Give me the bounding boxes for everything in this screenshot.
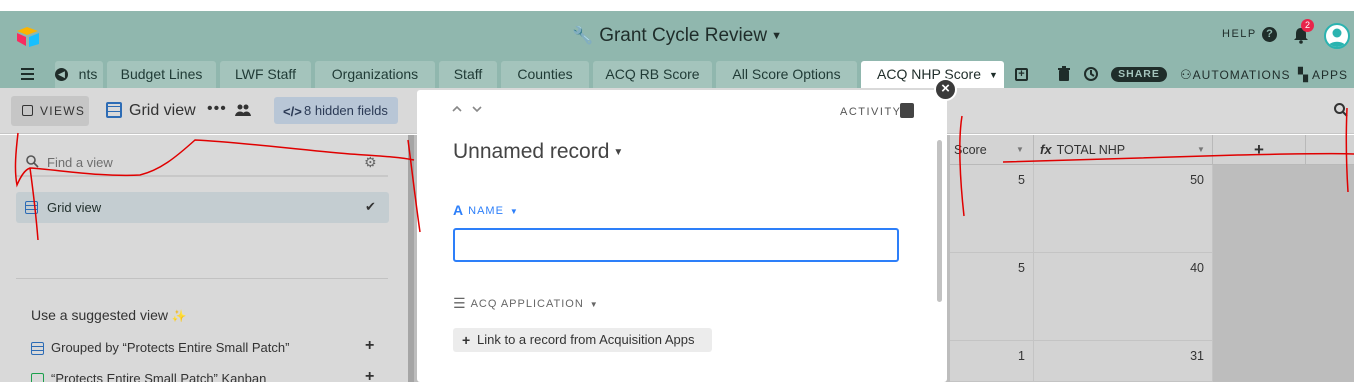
base-title-text: Grant Cycle Review <box>599 25 768 46</box>
tab-caret-icon[interactable]: ▼ <box>989 70 998 80</box>
grid-view-icon <box>31 342 44 355</box>
divider <box>16 278 388 279</box>
plus-icon: + <box>462 332 471 348</box>
table-cell[interactable]: 5 <box>950 253 1034 341</box>
column-header-total-nhp[interactable]: fx TOTAL NHP ▼ <box>1034 135 1213 165</box>
automations-button[interactable]: ⚇AUTOMATIONS <box>1180 67 1291 83</box>
formula-icon: fx <box>1040 142 1052 157</box>
find-view-placeholder: Find a view <box>47 155 113 170</box>
field-label-name[interactable]: A NAME ▼ <box>453 202 519 218</box>
views-sidebar: Find a view ⚙ Grid view ✔ Use a suggeste… <box>0 135 408 382</box>
table-cell[interactable]: 1 <box>950 341 1034 382</box>
close-icon[interactable]: × <box>934 78 957 101</box>
notification-badge: 2 <box>1301 19 1314 32</box>
sparkle-icon: ✨ <box>171 309 187 323</box>
text-field-icon: A <box>453 202 465 218</box>
kanban-view-icon <box>31 373 44 382</box>
caret-down-icon[interactable]: ▼ <box>613 147 623 158</box>
hidden-fields-button[interactable]: </> 8 hidden fields <box>274 97 398 124</box>
user-icon <box>1328 28 1346 47</box>
activity-toggle[interactable]: ACTIVITY <box>840 106 902 118</box>
chevron-down-icon: ▼ <box>589 300 599 309</box>
field-label-acq-application[interactable]: ☰ ACQ APPLICATION ▼ <box>453 295 599 312</box>
automations-icon: ⚇ <box>1180 67 1193 82</box>
find-view-search[interactable]: Find a view ⚙ <box>16 147 388 177</box>
add-suggested-view-icon[interactable]: + <box>365 337 374 355</box>
sidebar-item-grid-view[interactable]: Grid view ✔ <box>16 192 389 223</box>
add-table-icon[interactable]: + <box>1015 68 1028 81</box>
search-icon[interactable] <box>1334 103 1348 117</box>
apps-button[interactable]: ▚ APPS <box>1298 67 1348 83</box>
caret-down-icon: ▼ <box>771 29 782 42</box>
hidden-fields-icon: </> <box>283 104 302 119</box>
modal-scrollbar[interactable] <box>937 140 942 302</box>
app-header: 🔧 Grant Cycle Review ▼ HELP ? 2 <box>0 11 1354 61</box>
avatar[interactable] <box>1324 23 1350 49</box>
search-icon <box>26 155 39 168</box>
help-icon[interactable]: ? <box>1262 27 1277 42</box>
wrench-icon: 🔧 <box>572 26 594 45</box>
table-cell[interactable]: 31 <box>1034 341 1213 382</box>
apps-icon: ▚ <box>1298 67 1309 82</box>
gear-icon[interactable]: ⚙ <box>364 154 377 171</box>
sidebar-item-label: Grid view <box>47 200 102 215</box>
trash-icon[interactable] <box>1056 66 1072 82</box>
tab-staff[interactable]: Staff <box>439 61 497 88</box>
chevron-down-icon: ▼ <box>1197 145 1205 154</box>
collaborators-icon[interactable] <box>235 104 251 116</box>
record-detail-modal: ACTIVITY Unnamed record ▼ A NAME ▼ ☰ ACQ APP… <box>417 90 947 382</box>
sidebar-toggle-icon <box>22 105 33 116</box>
linked-record-icon: ☰ <box>453 295 467 311</box>
grid-view-icon <box>25 201 38 214</box>
tab-acq-rb-score[interactable]: ACQ RB Score <box>593 61 712 88</box>
base-title[interactable]: 🔧 Grant Cycle Review ▼ <box>0 25 1354 47</box>
add-suggested-view-icon[interactable]: + <box>365 368 374 382</box>
check-icon: ✔ <box>365 199 376 214</box>
add-field-button[interactable]: + <box>1213 135 1306 165</box>
tab-organizations[interactable]: Organizations <box>315 61 435 88</box>
suggested-view-heading: Use a suggested view ✨ <box>31 307 187 323</box>
name-field[interactable] <box>453 228 899 262</box>
suggested-view-item[interactable]: “Protects Entire Small Patch” Kanban <box>51 371 266 382</box>
scroll-tabs-left-icon[interactable]: ◀ <box>55 68 68 81</box>
tab-acq-nhp-score[interactable]: ACQ NHP Score ▼ <box>861 61 1004 88</box>
view-menu-icon[interactable]: ••• <box>207 100 227 118</box>
window-top-strip <box>0 0 1354 11</box>
table-cell[interactable]: 40 <box>1034 253 1213 341</box>
chevron-down-icon[interactable] <box>472 104 482 114</box>
tab-all-score-options[interactable]: All Score Options <box>716 61 857 88</box>
table-cell[interactable]: 50 <box>1034 165 1213 253</box>
history-icon[interactable] <box>1083 66 1099 82</box>
chevron-down-icon: ▼ <box>509 207 519 216</box>
activity-panel-icon[interactable] <box>900 103 914 118</box>
share-button[interactable]: SHARE <box>1111 67 1167 82</box>
column-header-empty <box>1306 135 1354 165</box>
tab-counties[interactable]: Counties <box>501 61 589 88</box>
column-header-score[interactable]: Score ▼ <box>950 135 1034 165</box>
help-link[interactable]: HELP <box>1222 28 1257 40</box>
table-tab-bar: nts ◀ Budget Lines LWF Staff Organizatio… <box>0 61 1354 88</box>
chevron-up-icon[interactable] <box>452 104 462 114</box>
chevron-down-icon: ▼ <box>1016 145 1024 154</box>
table-cell[interactable]: 5 <box>950 165 1034 253</box>
link-record-button[interactable]: + Link to a record from Acquisition Apps <box>453 328 712 352</box>
tab-lwf-staff[interactable]: LWF Staff <box>220 61 311 88</box>
grid-view-icon <box>106 102 122 118</box>
record-title[interactable]: Unnamed record ▼ <box>453 140 623 164</box>
hamburger-menu-icon[interactable] <box>21 68 34 80</box>
suggested-view-item[interactable]: Grouped by “Protects Entire Small Patch” <box>51 340 289 355</box>
current-view-name[interactable]: Grid view <box>129 102 196 120</box>
tab-budget-lines[interactable]: Budget Lines <box>107 61 216 88</box>
views-toggle-button[interactable]: VIEWS <box>11 96 89 126</box>
